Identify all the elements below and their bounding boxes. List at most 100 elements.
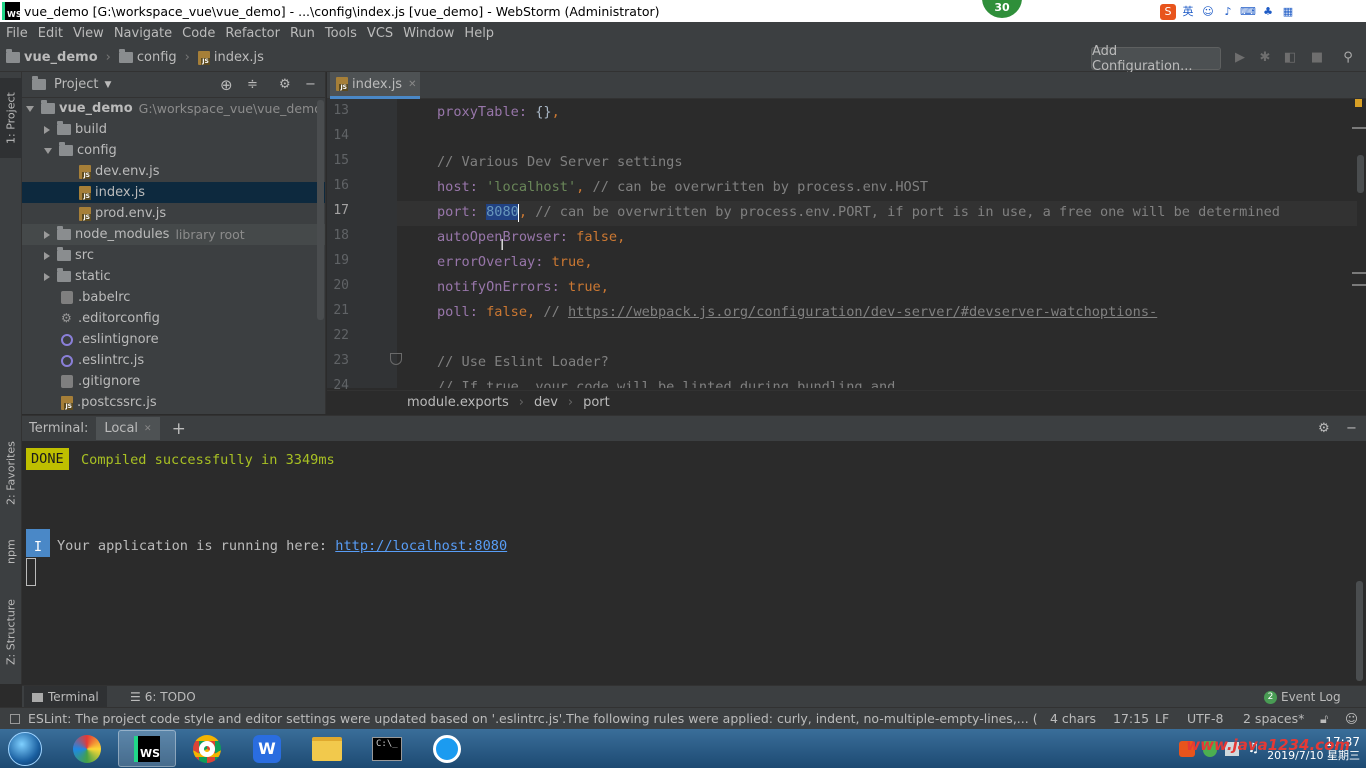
inspector-icon[interactable]: ☺ (1345, 711, 1358, 726)
coverage-icon[interactable]: ◧ (1282, 50, 1298, 66)
status-toggle-icon[interactable] (10, 713, 20, 724)
chevron-down-icon[interactable]: ▼ (104, 80, 111, 90)
tab-project-tool[interactable]: 1: Project (0, 78, 22, 158)
hide-icon[interactable]: − (305, 77, 316, 92)
ime-toolbar[interactable]: S 英 ☺ ♪ ⌨ ♣ ▦ (1160, 2, 1296, 22)
menu-navigate[interactable]: Navigate (108, 26, 176, 41)
code-view[interactable]: proxyTable: {}, // Various Dev Server se… (397, 99, 1357, 388)
status-line-separator[interactable]: LF (1155, 711, 1169, 726)
tray-clock[interactable]: 17:37 2019/7/10 星期三 www.java1234.com (1186, 735, 1360, 763)
menu-view[interactable]: View (67, 26, 108, 41)
project-scrollbar[interactable] (317, 100, 324, 320)
tree-item-build[interactable]: build (22, 119, 325, 140)
tree-item-index-js[interactable]: index.js (22, 182, 325, 203)
locate-icon[interactable]: ⊕ (220, 76, 233, 94)
emoji-icon[interactable]: ☺ (1200, 4, 1216, 20)
taskbar-app-chrome-icon[interactable] (178, 730, 236, 767)
menu-edit[interactable]: Edit (32, 26, 67, 41)
debug-icon[interactable]: ✱ (1257, 50, 1273, 66)
taskbar-app-qq-icon[interactable] (418, 730, 476, 767)
chevron-down-icon[interactable] (44, 147, 52, 154)
gear-icon[interactable]: ⚙ (279, 77, 291, 92)
new-terminal-plus-icon[interactable]: + (172, 419, 186, 439)
taskbar-app-explorer-icon[interactable] (298, 730, 356, 767)
tree-item-root[interactable]: vue_demo G:\workspace_vue\vue_demo (22, 98, 325, 119)
inspection-status-icon[interactable] (1355, 99, 1362, 107)
breadcrumb-item[interactable]: module.exports (407, 395, 509, 410)
project-view-selector[interactable]: Project (54, 77, 98, 92)
terminal-scrollbar[interactable] (1356, 581, 1363, 681)
microphone-icon[interactable]: ♪ (1220, 4, 1236, 20)
chevron-down-icon[interactable] (26, 105, 34, 112)
nav-crumb-file[interactable]: index.js (192, 50, 270, 65)
tree-item-postcssrc[interactable]: .postcssrc.js (22, 392, 325, 413)
menu-window[interactable]: Window (397, 26, 458, 41)
gear-icon[interactable]: ⚙ (1318, 421, 1330, 436)
hide-icon[interactable]: − (1346, 421, 1357, 436)
tree-item-src[interactable]: src (22, 245, 325, 266)
status-position[interactable]: 17:15 (1113, 711, 1149, 726)
menu-refactor[interactable]: Refactor (219, 26, 284, 41)
chevron-right-icon[interactable] (44, 251, 50, 260)
menu-file[interactable]: File (0, 26, 32, 41)
breadcrumb-item[interactable]: port (583, 395, 610, 410)
close-icon[interactable]: ✕ (144, 424, 152, 434)
localhost-link[interactable]: http://localhost:8080 (335, 538, 507, 554)
tab-terminal[interactable]: Terminal (24, 686, 107, 708)
terminal-output[interactable]: DONE Compiled successfully in 3349ms I Y… (22, 441, 1366, 684)
ime-language[interactable]: 英 (1180, 4, 1196, 20)
tab-terminal-local[interactable]: Local ✕ (96, 417, 160, 440)
add-configuration-button[interactable]: Add Configuration... (1091, 44, 1221, 74)
sogou-icon[interactable]: S (1160, 4, 1176, 20)
collapse-all-icon[interactable]: ≑ (247, 77, 258, 92)
tree-item-eslintignore[interactable]: .eslintignore (22, 329, 325, 350)
tab-favorites[interactable]: 2: Favorites (0, 432, 22, 514)
menu-help[interactable]: Help (458, 26, 498, 41)
chevron-right-icon[interactable] (44, 125, 50, 134)
tab-label: Terminal (48, 690, 99, 704)
menu-run[interactable]: Run (284, 26, 319, 41)
code-token: proxyTable: (437, 104, 536, 120)
tab-todo[interactable]: ☰ 6: TODO (130, 686, 196, 708)
breadcrumb-item[interactable]: dev (534, 395, 558, 410)
tab-index-js[interactable]: index.js ✕ (330, 72, 420, 99)
tree-item-config[interactable]: config (22, 140, 325, 161)
editor-scrollbar[interactable] (1357, 155, 1364, 193)
status-message[interactable]: ESLint: The project code style and edito… (28, 711, 1038, 726)
tree-item-eslintrc[interactable]: .eslintrc.js (22, 350, 325, 371)
tab-event-log[interactable]: 2 Event Log (1264, 686, 1341, 708)
lock-icon[interactable]: 🔓︎ (1320, 711, 1328, 727)
status-encoding[interactable]: UTF-8 (1187, 711, 1223, 726)
run-icon[interactable]: ▶ (1232, 50, 1248, 66)
stop-icon[interactable]: ■ (1309, 50, 1325, 66)
toolbox-icon[interactable]: ▦ (1280, 4, 1296, 20)
taskbar-app-webstorm-icon[interactable]: WS (118, 730, 176, 767)
tree-item-babelrc[interactable]: .babelrc (22, 287, 325, 308)
tree-item-editorconfig[interactable]: ⚙ .editorconfig (22, 308, 325, 329)
close-icon[interactable]: ✕ (408, 79, 416, 90)
status-indent[interactable]: 2 spaces* (1243, 711, 1304, 726)
tree-item-prod-env[interactable]: prod.env.js (22, 203, 325, 224)
menu-code[interactable]: Code (176, 26, 219, 41)
shirt-icon[interactable]: ♣ (1260, 4, 1276, 20)
tree-item-gitignore[interactable]: .gitignore (22, 371, 325, 392)
tree-item-dev-env[interactable]: dev.env.js (22, 161, 325, 182)
nav-crumb-config[interactable]: config (113, 49, 183, 65)
start-button-icon[interactable] (8, 731, 42, 766)
chevron-right-icon[interactable] (44, 272, 50, 281)
menu-tools[interactable]: Tools (319, 26, 361, 41)
taskbar-app-360-icon[interactable] (58, 730, 116, 767)
nav-crumb-project[interactable]: vue_demo (0, 49, 104, 65)
chevron-right-icon[interactable] (44, 230, 50, 239)
taskbar-app-wps-icon[interactable]: W (238, 730, 296, 767)
search-everywhere-icon[interactable]: ⚲ (1340, 50, 1356, 66)
keyboard-icon[interactable]: ⌨ (1240, 4, 1256, 20)
tree-item-static[interactable]: static (22, 266, 325, 287)
tab-npm[interactable]: npm (0, 527, 22, 577)
tab-structure[interactable]: Z: Structure (0, 587, 22, 677)
code-link[interactable]: https://webpack.js.org/configuration/dev… (568, 304, 1157, 320)
taskbar-app-cmd-icon[interactable]: C:\_ (358, 730, 416, 767)
menu-vcs[interactable]: VCS (361, 26, 397, 41)
tree-item-node-modules[interactable]: node_modules library root (22, 224, 325, 245)
code-token: , (527, 304, 544, 320)
